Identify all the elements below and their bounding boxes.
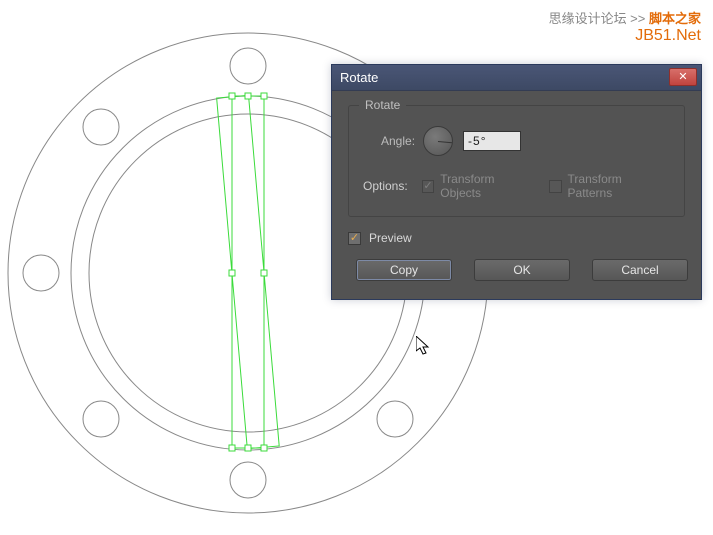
checkbox-preview[interactable] (348, 232, 361, 245)
options-label: Options: (363, 179, 408, 193)
angle-input[interactable]: -5° (463, 131, 521, 151)
cancel-button[interactable]: Cancel (592, 259, 688, 281)
dialog-title: Rotate (340, 70, 378, 85)
checkbox-transform-patterns (549, 180, 562, 193)
preview-label: Preview (369, 231, 412, 245)
group-legend: Rotate (359, 98, 406, 112)
watermark: 思缘设计论坛 >> 脚本之家 JB51.Net (549, 8, 701, 45)
watermark-seg2: 脚本之家 (649, 11, 701, 26)
angle-label: Angle: (381, 134, 415, 148)
checkbox-transform-objects (422, 180, 435, 193)
rotate-group: Rotate Angle: -5° Options: Transform Obj… (348, 105, 685, 217)
close-button[interactable]: ✕ (669, 68, 697, 86)
transform-objects-label: Transform Objects (440, 172, 535, 200)
watermark-seg1: 思缘设计论坛 >> (549, 11, 649, 26)
ok-button[interactable]: OK (474, 259, 570, 281)
angle-dial[interactable] (423, 126, 453, 156)
transform-patterns-label: Transform Patterns (568, 172, 666, 200)
dialog-title-bar[interactable]: Rotate ✕ (332, 65, 701, 91)
copy-button[interactable]: Copy (356, 259, 452, 281)
rotate-dialog: Rotate ✕ Rotate Angle: -5° Options: Tran… (331, 64, 702, 300)
watermark-seg3: JB51.Net (635, 27, 701, 44)
